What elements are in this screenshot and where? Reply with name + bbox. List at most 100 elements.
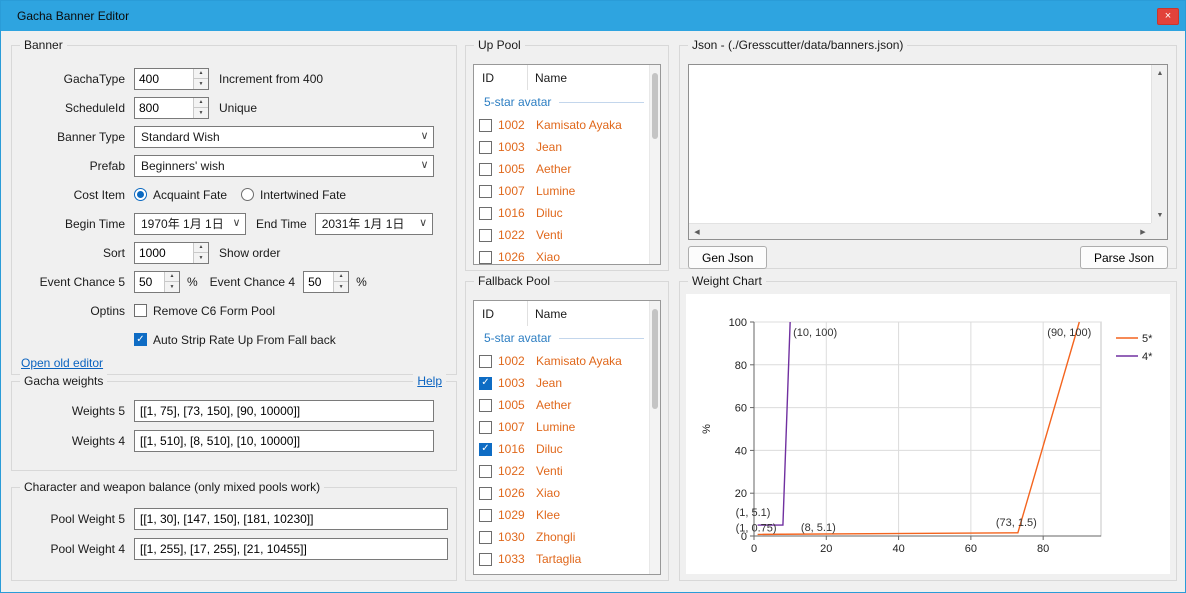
pool-weight-5-input[interactable] (134, 508, 448, 530)
pool-weight-4-input[interactable] (134, 538, 448, 560)
pool-row[interactable]: 1033Tartaglia (474, 548, 649, 570)
column-header-name[interactable]: Name (527, 301, 649, 326)
remove-c6-label[interactable]: Remove C6 Form Pool (153, 304, 275, 318)
row-checkbox[interactable] (479, 399, 492, 412)
pool-row[interactable]: 1007Lumine (474, 180, 649, 202)
row-checkbox[interactable] (479, 251, 492, 264)
up-pool-scrollbar[interactable] (649, 65, 660, 264)
acquaint-fate-label[interactable]: Acquaint Fate (153, 188, 227, 202)
legend-label: 5* (1142, 333, 1153, 345)
pool-row[interactable]: 1002Kamisato Ayaka (474, 114, 649, 136)
schedule-id-value[interactable] (135, 98, 193, 118)
pool-row[interactable]: 1003Jean (474, 136, 649, 158)
column-header-id[interactable]: ID (474, 301, 527, 326)
row-checkbox[interactable] (479, 207, 492, 220)
row-checkbox[interactable] (479, 553, 492, 566)
titlebar[interactable]: Gacha Banner Editor × (1, 1, 1185, 31)
banner-type-select[interactable]: Standard Wish ∨ (134, 126, 434, 148)
row-checkbox[interactable] (479, 487, 492, 500)
auto-strip-checkbox[interactable]: ✓ (134, 333, 147, 346)
spin-up-icon[interactable]: ▲ (334, 272, 348, 282)
row-checkbox[interactable] (479, 531, 492, 544)
spin-up-icon[interactable]: ▲ (194, 98, 208, 108)
pool-row[interactable]: 1016Diluc (474, 202, 649, 224)
pool-row[interactable]: 1026Xiao (474, 482, 649, 504)
spin-down-icon[interactable]: ▼ (334, 281, 348, 292)
event-chance-5-input[interactable]: ▲▼ (134, 271, 180, 293)
row-checkbox[interactable] (479, 229, 492, 242)
chevron-down-icon[interactable]: ∨ (228, 218, 245, 229)
pool-row[interactable]: ✓1003Jean (474, 372, 649, 394)
spin-up-icon[interactable]: ▲ (165, 272, 179, 282)
pool-row[interactable]: 1005Aether (474, 158, 649, 180)
spin-down-icon[interactable]: ▼ (194, 78, 208, 89)
scroll-left-icon[interactable]: ◀ (689, 224, 705, 240)
spin-down-icon[interactable]: ▼ (194, 252, 208, 263)
gacha-type-input[interactable]: ▲▼ (134, 68, 209, 90)
event-chance-4-input[interactable]: ▲▼ (303, 271, 349, 293)
row-checkbox[interactable] (479, 119, 492, 132)
row-checkbox[interactable] (479, 141, 492, 154)
begin-time-picker[interactable]: 1970年 1月 1日 ∨ (134, 213, 246, 235)
row-checkbox[interactable] (479, 421, 492, 434)
json-horizontal-scrollbar[interactable]: ◀ ▶ (689, 223, 1151, 239)
fallback-pool-scrollbar[interactable] (649, 301, 660, 574)
end-time-picker[interactable]: 2031年 1月 1日 ∨ (315, 213, 433, 235)
balance-group: Character and weapon balance (only mixed… (11, 487, 457, 581)
pool-row[interactable]: 1007Lumine (474, 416, 649, 438)
intertwined-fate-radio[interactable] (241, 188, 254, 201)
gacha-type-value[interactable] (135, 69, 193, 89)
row-checkbox[interactable] (479, 163, 492, 176)
auto-strip-label[interactable]: Auto Strip Rate Up From Fall back (153, 333, 336, 347)
json-textarea[interactable]: ▲ ▼ ◀ ▶ (688, 64, 1168, 240)
event-chance-5-value[interactable] (135, 272, 164, 292)
weights-5-input[interactable] (134, 400, 434, 422)
json-content[interactable] (691, 67, 1149, 221)
spin-down-icon[interactable]: ▼ (194, 107, 208, 118)
scroll-up-icon[interactable]: ▲ (1152, 65, 1168, 81)
scrollbar-thumb[interactable] (652, 73, 658, 139)
weights-4-input[interactable] (134, 430, 434, 452)
parse-json-button[interactable]: Parse Json (1080, 246, 1168, 269)
sort-input[interactable]: ▲▼ (134, 242, 209, 264)
scroll-down-icon[interactable]: ▼ (1152, 207, 1168, 223)
pool-row[interactable]: ✓1035Qiqi (474, 570, 649, 574)
scroll-right-icon[interactable]: ▶ (1135, 224, 1151, 240)
gen-json-button[interactable]: Gen Json (688, 246, 767, 269)
row-checkbox[interactable]: ✓ (479, 377, 492, 390)
help-link[interactable]: Help (413, 374, 446, 388)
pool-row[interactable]: 1026Xiao (474, 246, 649, 264)
column-header-name[interactable]: Name (527, 65, 649, 90)
chevron-down-icon[interactable]: ∨ (416, 131, 433, 142)
spin-down-icon[interactable]: ▼ (165, 281, 179, 292)
column-header-id[interactable]: ID (474, 65, 527, 90)
pool-row[interactable]: 1002Kamisato Ayaka (474, 350, 649, 372)
pool-row[interactable]: 1030Zhongli (474, 526, 649, 548)
row-checkbox[interactable] (479, 185, 492, 198)
sort-value[interactable] (135, 243, 193, 263)
pool-row[interactable]: 1029Klee (474, 504, 649, 526)
scrollbar-thumb[interactable] (652, 309, 658, 409)
row-name: Xiao (536, 486, 560, 500)
row-checkbox[interactable] (479, 465, 492, 478)
spin-up-icon[interactable]: ▲ (194, 69, 208, 79)
event-chance-4-value[interactable] (304, 272, 333, 292)
row-checkbox[interactable] (479, 355, 492, 368)
chevron-down-icon[interactable]: ∨ (416, 160, 433, 171)
close-button[interactable]: × (1157, 8, 1179, 25)
pool-row[interactable]: 1005Aether (474, 394, 649, 416)
acquaint-fate-radio[interactable] (134, 188, 147, 201)
prefab-select[interactable]: Beginners' wish ∨ (134, 155, 434, 177)
pool-row[interactable]: 1022Venti (474, 224, 649, 246)
row-checkbox[interactable]: ✓ (479, 443, 492, 456)
pool-row[interactable]: 1022Venti (474, 460, 649, 482)
open-old-editor-link[interactable]: Open old editor (21, 356, 103, 370)
schedule-id-input[interactable]: ▲▼ (134, 97, 209, 119)
intertwined-fate-label[interactable]: Intertwined Fate (260, 188, 346, 202)
json-vertical-scrollbar[interactable]: ▲ ▼ (1151, 65, 1167, 223)
pool-row[interactable]: ✓1016Diluc (474, 438, 649, 460)
chevron-down-icon[interactable]: ∨ (415, 218, 432, 229)
spin-up-icon[interactable]: ▲ (194, 243, 208, 253)
remove-c6-checkbox[interactable] (134, 304, 147, 317)
row-checkbox[interactable] (479, 509, 492, 522)
